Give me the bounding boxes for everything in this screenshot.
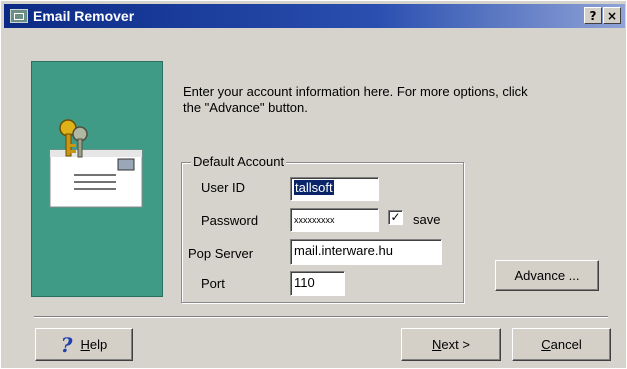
cancel-button[interactable]: Cancel <box>512 328 611 361</box>
user-id-input[interactable]: tallsoft <box>290 177 379 201</box>
save-label: save <box>413 212 441 227</box>
save-checkbox[interactable]: ✓ <box>388 210 403 225</box>
next-button-label: Next > <box>432 337 470 352</box>
user-id-value: tallsoft <box>294 180 334 195</box>
title-bar[interactable]: Email Remover ? × <box>4 4 625 28</box>
intro-text: Enter your account information here. For… <box>183 84 603 116</box>
next-button[interactable]: Next > <box>401 328 501 361</box>
pop-server-label: Pop Server <box>188 246 254 261</box>
title-close-button[interactable]: × <box>603 7 621 24</box>
group-title: Default Account <box>191 154 287 169</box>
title-help-button[interactable]: ? <box>584 7 602 24</box>
keys-envelope-icon <box>49 119 143 208</box>
help-button[interactable]: ? Help <box>35 328 133 361</box>
port-label: Port <box>201 276 225 291</box>
app-icon <box>10 9 28 23</box>
email-remover-window: Email Remover ? × Enter your account inf… <box>0 0 627 369</box>
user-id-label: User ID <box>201 180 246 195</box>
cancel-button-label: Cancel <box>541 337 582 352</box>
pop-server-input[interactable]: mail.interware.hu <box>290 239 442 265</box>
password-input[interactable]: xxxxxxxxx <box>290 208 379 232</box>
intro-line-1: Enter your account information here. For… <box>183 84 528 99</box>
help-question-icon: ? <box>60 332 73 357</box>
wizard-illustration <box>31 61 163 297</box>
intro-line-2: the "Advance" button. <box>183 100 308 115</box>
port-input[interactable]: 110 <box>290 271 345 296</box>
checkmark-icon: ✓ <box>390 210 401 224</box>
help-button-label: Help <box>80 337 108 352</box>
window-title: Email Remover <box>33 8 135 24</box>
advance-button[interactable]: Advance ... <box>495 260 599 291</box>
password-label: Password <box>201 213 259 228</box>
separator <box>34 316 608 318</box>
